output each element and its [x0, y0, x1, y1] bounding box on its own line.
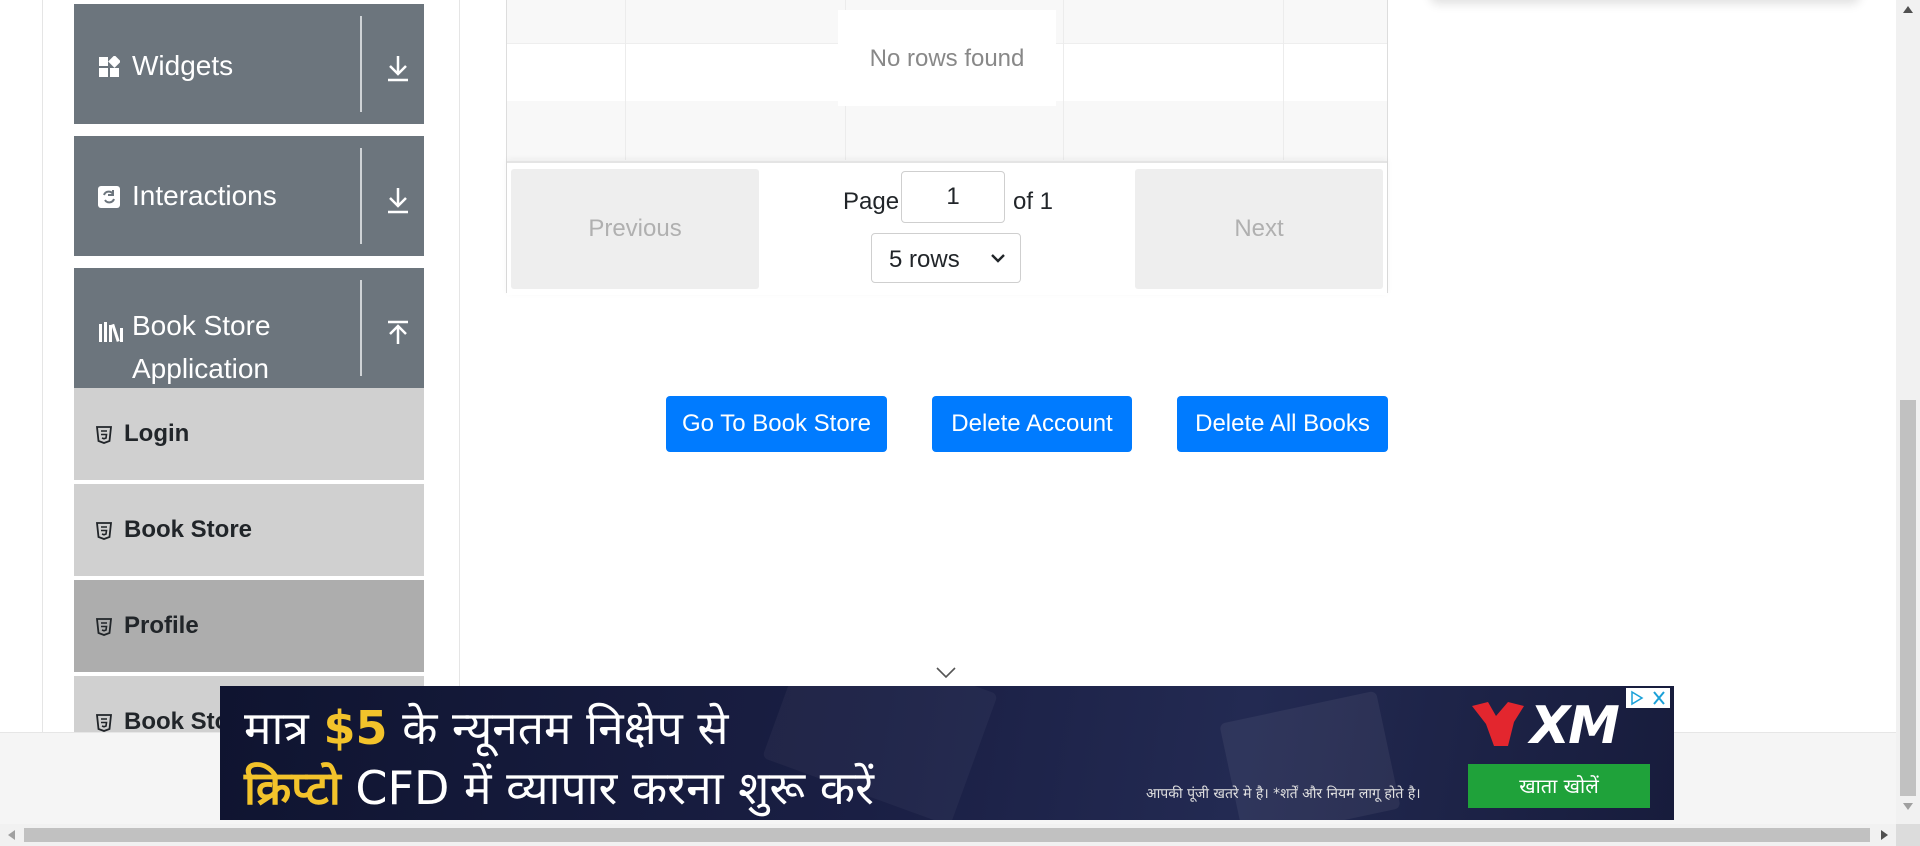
group-separator: [360, 16, 362, 112]
html5-icon: [96, 522, 112, 540]
table-row: [507, 101, 1387, 161]
books-icon: [99, 322, 123, 342]
sidebar-item-label: Login: [124, 420, 190, 447]
interactions-icon: [98, 186, 120, 208]
html5-icon: [96, 426, 112, 444]
sidebar-item-profile[interactable]: Profile: [74, 580, 424, 674]
sidebar-item-book-store[interactable]: Book Store: [74, 484, 424, 578]
upload-arrow-icon[interactable]: [384, 318, 412, 350]
ad-headline-line2: क्रिप्टो CFD में व्यापार करना शुरू करें: [244, 761, 874, 815]
sidebar-group-label-line1: Book Store: [132, 310, 271, 341]
page-label: Page: [843, 188, 900, 215]
download-arrow-icon[interactable]: [384, 184, 412, 216]
sidebar-group-widgets[interactable]: Widgets: [74, 4, 424, 124]
sidebar-item-login[interactable]: Login: [74, 388, 424, 482]
go-to-book-store-button[interactable]: Go To Book Store: [666, 396, 887, 452]
bull-icon: [1472, 702, 1524, 746]
column-divider: [625, 0, 626, 160]
scroll-down-icon[interactable]: [1902, 802, 1914, 812]
horizontal-scrollbar[interactable]: [0, 824, 1896, 846]
books-table: No rows found Previous Page of 1 5 rows …: [506, 0, 1388, 295]
column-border-left: [42, 0, 43, 732]
sidebar-group-label: Interactions: [132, 180, 277, 211]
page-viewport: Widgets Interactions Book Store Applicat…: [0, 0, 1920, 846]
open-account-button[interactable]: खाता खोलें: [1468, 764, 1650, 808]
advertisement-banner[interactable]: मात्र $5 के न्यूनतम निक्षेप से क्रिप्टो …: [220, 686, 1674, 820]
brand-name: XM: [1530, 696, 1620, 756]
ad-disclaimer: आपकी पूंजी खतरे मे है। *शर्तें और नियम ल…: [1146, 786, 1421, 802]
previous-button[interactable]: Previous: [511, 169, 759, 289]
column-border-right: [459, 0, 460, 732]
html5-icon: [96, 618, 112, 636]
scroll-up-icon[interactable]: [1902, 4, 1914, 14]
chevron-down-icon[interactable]: [935, 666, 957, 680]
sidebar-group-book-store-application[interactable]: Book Store Application: [74, 268, 424, 388]
sidebar-group-interactions[interactable]: Interactions: [74, 136, 424, 256]
page-total: of 1: [1013, 188, 1054, 215]
html5-icon: [96, 714, 112, 732]
chevron-down-icon: [991, 254, 1005, 263]
ad-headline-line1: मात्र $5 के न्यूनतम निक्षेप से: [244, 701, 729, 755]
adchoices-icon[interactable]: [1626, 688, 1670, 708]
scroll-right-icon[interactable]: [1880, 829, 1890, 841]
horizontal-scroll-thumb[interactable]: [24, 828, 1870, 842]
page-number-input[interactable]: [901, 171, 1005, 223]
vertical-scroll-thumb[interactable]: [1900, 400, 1916, 796]
group-separator: [360, 148, 362, 244]
no-rows-message: No rows found: [838, 10, 1056, 106]
vertical-scrollbar[interactable]: [1896, 0, 1920, 824]
pagination-bar: Previous Page of 1 5 rows Next: [507, 161, 1387, 295]
sidebar-item-label: Profile: [124, 612, 199, 639]
widgets-icon: [99, 56, 120, 77]
column-divider: [1283, 0, 1284, 160]
delete-account-button[interactable]: Delete Account: [932, 396, 1132, 452]
sidebar-group-label-line2: Application: [132, 353, 269, 384]
rows-per-page-select[interactable]: 5 rows: [871, 233, 1021, 283]
rows-per-page-value: 5 rows: [889, 246, 960, 273]
scrollbar-corner: [1896, 824, 1920, 846]
delete-all-books-button[interactable]: Delete All Books: [1177, 396, 1388, 452]
scroll-left-icon[interactable]: [6, 829, 16, 841]
sidebar-group-label: Widgets: [132, 50, 234, 81]
sidebar-item-label: Book Store: [124, 516, 253, 543]
download-arrow-icon[interactable]: [384, 52, 412, 84]
group-separator: [360, 280, 362, 376]
column-divider: [1063, 0, 1064, 160]
next-button[interactable]: Next: [1135, 169, 1383, 289]
